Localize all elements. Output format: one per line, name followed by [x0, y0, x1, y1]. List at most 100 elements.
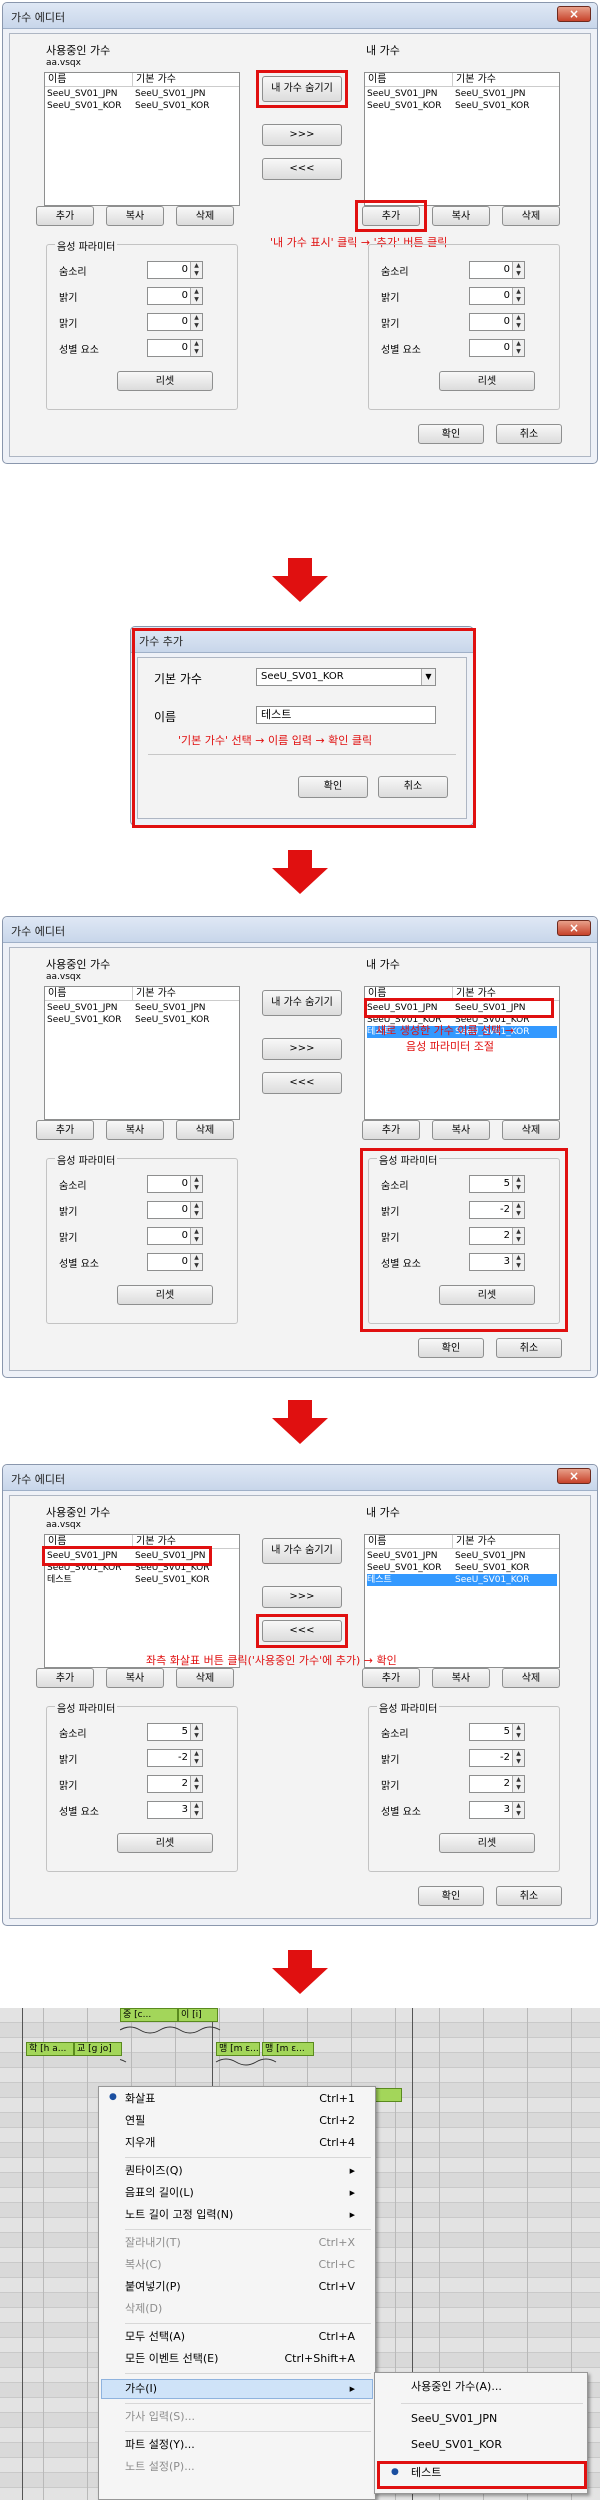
col-base-header[interactable]: 기본 가수: [453, 1535, 559, 1549]
ok-button[interactable]: 확인: [418, 424, 484, 444]
close-button[interactable]: ×: [557, 920, 591, 936]
copy-button-right[interactable]: 복사: [432, 206, 490, 226]
brightness-stepper[interactable]: 0 ▲ ▼: [147, 287, 203, 305]
menu-item-select-all[interactable]: 모두 선택(A) Ctrl+A: [125, 2327, 365, 2347]
col-base-header[interactable]: 기본 가수: [133, 73, 239, 87]
reset-button[interactable]: 리셋: [117, 371, 213, 391]
ok-button[interactable]: 확인: [418, 1886, 484, 1906]
note-block[interactable]: 교 [g jo]: [74, 2042, 122, 2056]
breath-stepper[interactable]: 0 ▲ ▼: [147, 261, 203, 279]
list-item[interactable]: SeeU_SV01_KOR SeeU_SV01_KOR: [47, 100, 237, 112]
my-singers-list[interactable]: 이름 기본 가수 SeeU_SV01_JPN SeeU_SV01_JPN SeeU…: [364, 72, 560, 206]
gender-stepper[interactable]: 0 ▲ ▼: [147, 1253, 203, 1271]
col-base-header[interactable]: 기본 가수: [133, 987, 239, 1001]
move-right-button[interactable]: >>>: [262, 1586, 342, 1608]
submenu-item-seeu-jpn[interactable]: SeeU_SV01_JPN: [411, 2409, 577, 2429]
breath-stepper[interactable]: 0 ▲ ▼: [469, 261, 525, 279]
brightness-stepper[interactable]: -2 ▲ ▼: [147, 1749, 203, 1767]
clearness-stepper[interactable]: 0 ▲ ▼: [147, 1227, 203, 1245]
note-block[interactable]: 중 [c...: [120, 2008, 178, 2022]
breath-stepper[interactable]: 5 ▲ ▼: [147, 1723, 203, 1741]
breath-stepper[interactable]: 0 ▲ ▼: [147, 1175, 203, 1193]
note-block[interactable]: [372, 2088, 402, 2102]
add-button-right[interactable]: 추가: [362, 1120, 420, 1140]
cancel-button[interactable]: 취소: [496, 1338, 562, 1358]
used-singers-list[interactable]: 이름 기본 가수 SeeU_SV01_JPN SeeU_SV01_JPN SeeU…: [44, 986, 240, 1120]
menu-item-part-settings[interactable]: 파트 설정(Y)...: [125, 2435, 365, 2455]
note-block[interactable]: 학 [h a...: [26, 2042, 74, 2056]
brightness-stepper[interactable]: 0 ▲ ▼: [147, 1201, 203, 1219]
list-item[interactable]: SeeU_SV01_KOR SeeU_SV01_KOR: [367, 100, 557, 112]
reset-button[interactable]: 리셋: [117, 1833, 213, 1853]
reset-button[interactable]: 리셋: [117, 1285, 213, 1305]
add-button-left[interactable]: 추가: [36, 1120, 94, 1140]
gender-stepper[interactable]: 3 ▲ ▼: [469, 1801, 525, 1819]
menu-item-fixed-length[interactable]: 노트 길이 고정 입력(N) ▶: [125, 2205, 365, 2225]
move-right-button[interactable]: >>>: [262, 124, 342, 146]
delete-button-right[interactable]: 삭제: [502, 1668, 560, 1688]
note-block[interactable]: 이 [i]: [178, 2008, 218, 2022]
menu-item-cut[interactable]: 잘라내기(T) Ctrl+X: [125, 2233, 365, 2253]
clearness-stepper[interactable]: 2 ▲ ▼: [147, 1775, 203, 1793]
breath-stepper[interactable]: 5 ▲ ▼: [469, 1723, 525, 1741]
add-button-left[interactable]: 추가: [36, 206, 94, 226]
brightness-stepper[interactable]: 0 ▲ ▼: [469, 287, 525, 305]
copy-button-right[interactable]: 복사: [432, 1120, 490, 1140]
clearness-stepper[interactable]: 0 ▲ ▼: [147, 313, 203, 331]
menu-item-pencil[interactable]: 연필 Ctrl+2: [125, 2111, 365, 2131]
move-left-button[interactable]: <<<: [262, 1072, 342, 1094]
menu-item-singer[interactable]: 가수(I) ▶: [125, 2379, 365, 2399]
menu-item-select-all-events[interactable]: 모든 이벤트 선택(E) Ctrl+Shift+A: [125, 2349, 365, 2369]
list-item[interactable]: SeeU_SV01_JPN SeeU_SV01_JPN: [47, 88, 237, 100]
toggle-my-singers-button[interactable]: 내 가수 숨기기: [262, 1538, 342, 1564]
menu-item-note-length[interactable]: 음표의 길이(L) ▶: [125, 2183, 365, 2203]
piano-roll[interactable]: 중 [c... 이 [i] 학 [h a... 교 [g jo] 맹 [m ɛ.…: [0, 2008, 600, 2500]
move-right-button[interactable]: >>>: [262, 1038, 342, 1060]
delete-button-left[interactable]: 삭제: [176, 1120, 234, 1140]
list-item[interactable]: SeeU_SV01_KOR SeeU_SV01_KOR: [47, 1014, 237, 1026]
copy-button-left[interactable]: 복사: [106, 206, 164, 226]
menu-item-note-settings[interactable]: 노트 설정(P)...: [125, 2457, 365, 2477]
close-button[interactable]: ×: [557, 1468, 591, 1484]
copy-button-right[interactable]: 복사: [432, 1668, 490, 1688]
list-item[interactable]: 테스트 SeeU_SV01_KOR: [47, 1574, 237, 1586]
col-name-header[interactable]: 이름: [365, 1535, 453, 1549]
cancel-button[interactable]: 취소: [496, 424, 562, 444]
move-left-button[interactable]: <<<: [262, 158, 342, 180]
list-item[interactable]: SeeU_SV01_JPN SeeU_SV01_JPN: [47, 1002, 237, 1014]
reset-button[interactable]: 리셋: [439, 1833, 535, 1853]
add-button-right[interactable]: 추가: [362, 1668, 420, 1688]
menu-item-copy[interactable]: 복사(C) Ctrl+C: [125, 2255, 365, 2275]
delete-button-right[interactable]: 삭제: [502, 1120, 560, 1140]
gender-stepper[interactable]: 0 ▲ ▼: [469, 339, 525, 357]
col-name-header[interactable]: 이름: [45, 73, 133, 87]
menu-item-arrow[interactable]: 화살표 Ctrl+1: [125, 2089, 365, 2109]
brightness-stepper[interactable]: -2 ▲ ▼: [469, 1749, 525, 1767]
menu-item-eraser[interactable]: 지우개 Ctrl+4: [125, 2133, 365, 2153]
toggle-my-singers-button[interactable]: 내 가수 숨기기: [262, 990, 342, 1016]
list-item[interactable]: SeeU_SV01_KOR SeeU_SV01_KOR: [367, 1562, 557, 1574]
gender-stepper[interactable]: 3 ▲ ▼: [147, 1801, 203, 1819]
list-item-selected[interactable]: 테스트 SeeU_SV01_KOR: [367, 1574, 557, 1586]
ok-button[interactable]: 확인: [418, 1338, 484, 1358]
copy-button-left[interactable]: 복사: [106, 1120, 164, 1140]
list-item[interactable]: SeeU_SV01_JPN SeeU_SV01_JPN: [367, 88, 557, 100]
clearness-stepper[interactable]: 2 ▲ ▼: [469, 1775, 525, 1793]
reset-button[interactable]: 리셋: [439, 371, 535, 391]
delete-button-right[interactable]: 삭제: [502, 206, 560, 226]
close-button[interactable]: ×: [557, 6, 591, 22]
gender-stepper[interactable]: 0 ▲ ▼: [147, 339, 203, 357]
add-button-left[interactable]: 추가: [36, 1668, 94, 1688]
list-item[interactable]: SeeU_SV01_JPN SeeU_SV01_JPN: [367, 1550, 557, 1562]
col-base-header[interactable]: 기본 가수: [453, 73, 559, 87]
clearness-stepper[interactable]: 0 ▲ ▼: [469, 313, 525, 331]
submenu-item-seeu-kor[interactable]: SeeU_SV01_KOR: [411, 2435, 577, 2455]
menu-item-lyrics[interactable]: 가사 입력(S)...: [125, 2407, 365, 2427]
used-singers-list[interactable]: 이름 기본 가수 SeeU_SV01_JPN SeeU_SV01_JPN SeeU…: [44, 72, 240, 206]
menu-item-quantize[interactable]: 퀀타이즈(Q) ▶: [125, 2161, 365, 2181]
menu-item-paste[interactable]: 붙여넣기(P) Ctrl+V: [125, 2277, 365, 2297]
col-name-header[interactable]: 이름: [365, 73, 453, 87]
copy-button-left[interactable]: 복사: [106, 1668, 164, 1688]
submenu-item-used-singers[interactable]: 사용중인 가수(A)...: [411, 2377, 577, 2397]
delete-button-left[interactable]: 삭제: [176, 1668, 234, 1688]
